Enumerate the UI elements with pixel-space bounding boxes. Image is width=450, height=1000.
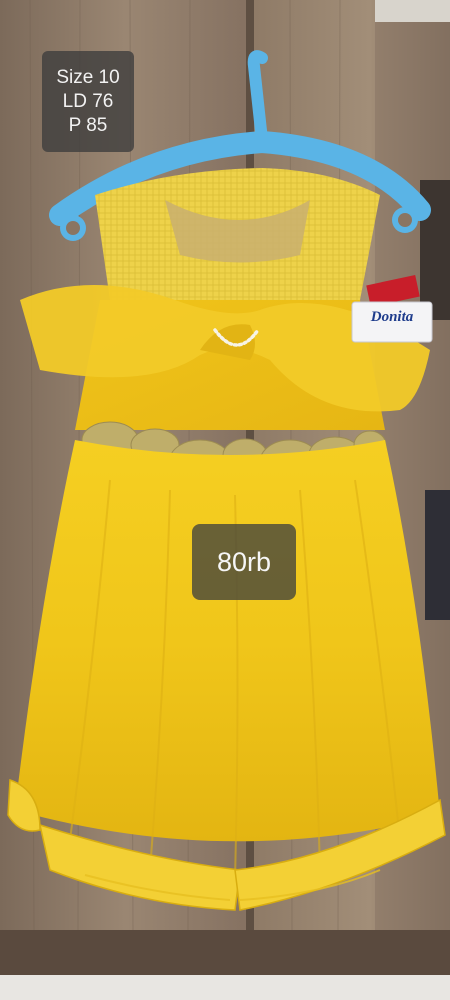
ld-text: LD 76 (62, 90, 114, 112)
price-badge: 80rb (192, 524, 296, 600)
size-text: Size 10 (56, 66, 120, 88)
brand-tag-label: Donita (370, 309, 414, 325)
size-measurements-overlay: Size 10 LD 76 P 85 (42, 51, 134, 152)
p-text: P 85 (68, 114, 108, 136)
price-text: 80rb (216, 546, 272, 577)
